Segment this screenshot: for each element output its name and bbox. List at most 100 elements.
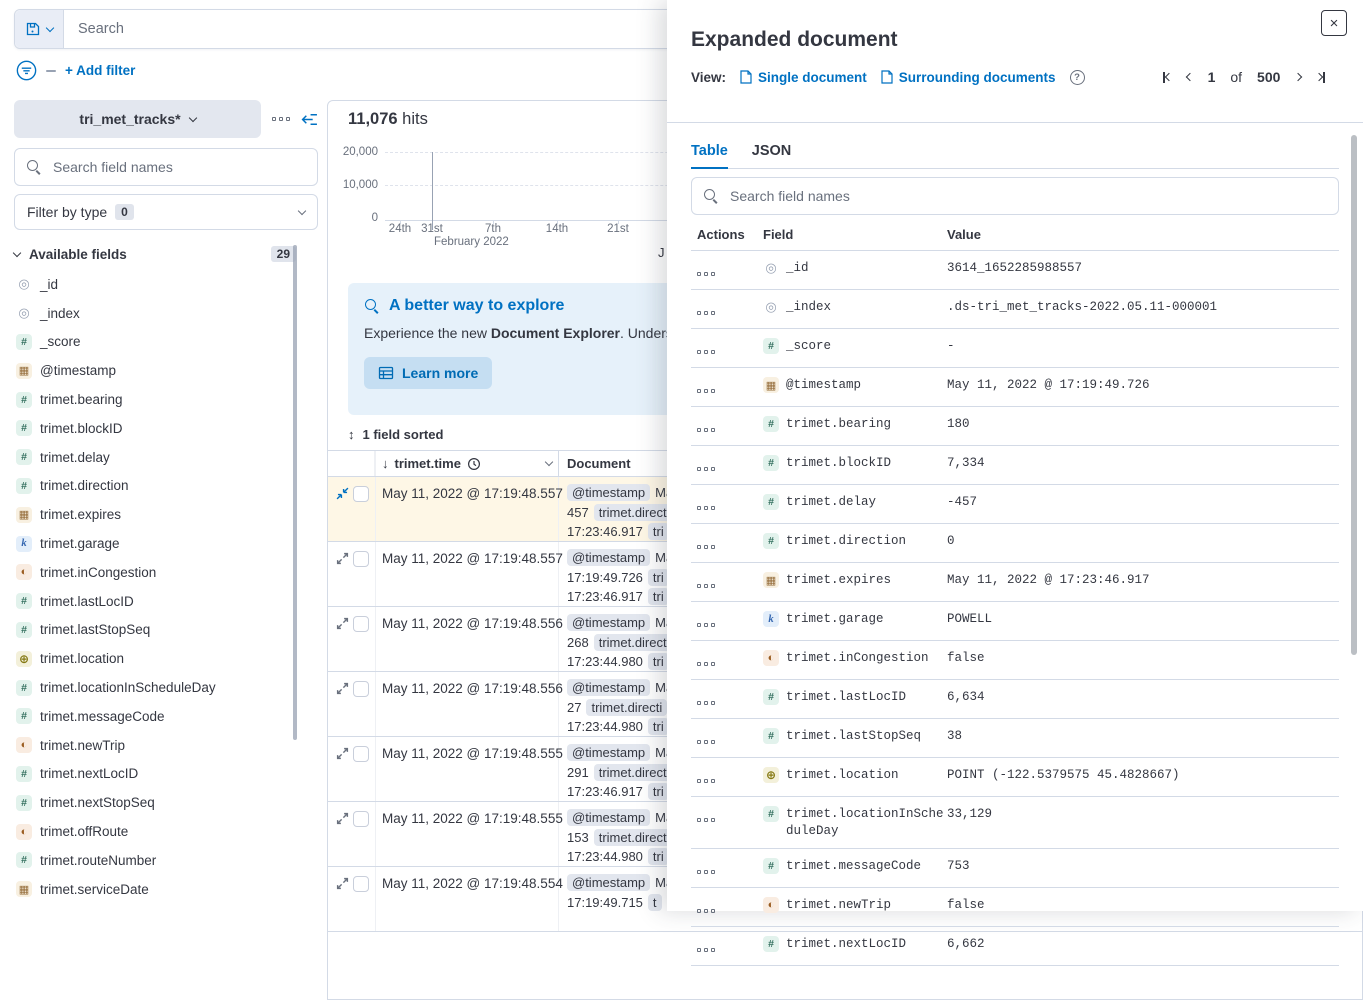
flyout-scrollbar[interactable] (1351, 135, 1357, 655)
field-type-icon (16, 680, 32, 696)
field-type-icon (763, 299, 779, 315)
field-actions-buttons[interactable] (697, 870, 715, 874)
field-name: trimet.lastStopSeq (786, 728, 944, 745)
select-document-checkbox[interactable] (353, 876, 369, 892)
field-value-row: trimet.lastStopSeq 38 (691, 719, 1339, 758)
last-page-button[interactable] (1316, 72, 1325, 83)
tab-json[interactable]: JSON (752, 143, 792, 168)
x-axis-tick: 7th (485, 223, 501, 235)
learn-more-button[interactable]: Learn more (364, 357, 492, 389)
field-name: trimet.messageCode (40, 709, 165, 724)
field-actions-buttons[interactable] (697, 909, 715, 913)
sorted-fields-button[interactable]: ↕ 1 field sorted (348, 427, 443, 442)
filter-by-type-select[interactable]: Filter by type 0 (14, 194, 318, 230)
field-type-icon (16, 334, 32, 350)
select-document-checkbox[interactable] (353, 746, 369, 762)
single-document-link[interactable]: Single document (740, 70, 867, 85)
field-list-item[interactable]: _id (14, 270, 318, 299)
select-document-checkbox[interactable] (353, 486, 369, 502)
select-document-checkbox[interactable] (353, 616, 369, 632)
field-actions-buttons[interactable] (697, 467, 715, 471)
field-type-icon (16, 536, 32, 552)
field-name: trimet.nextLocID (40, 766, 138, 781)
field-list-item[interactable]: trimet.offRoute (14, 817, 318, 846)
field-value-row: trimet.messageCode 753 (691, 849, 1339, 888)
field-actions-buttons[interactable] (697, 740, 715, 744)
index-pattern-selector[interactable]: tri_met_tracks* (14, 100, 261, 138)
field-actions-buttons[interactable] (697, 584, 715, 588)
field-value-row: trimet.newTrip false (691, 888, 1339, 927)
field-value-row: trimet.blockID 7,334 (691, 446, 1339, 485)
first-page-button[interactable] (1163, 72, 1172, 83)
available-fields-toggle[interactable]: Available fields 29 (14, 242, 318, 266)
toggle-document-details-icon[interactable] (336, 487, 349, 504)
field-value: 33,129 (947, 806, 1339, 823)
toggle-document-details-icon[interactable] (336, 682, 351, 695)
field-value: - (947, 338, 1339, 355)
select-document-checkbox[interactable] (353, 551, 369, 567)
field-list-item[interactable]: trimet.blockID (14, 414, 318, 443)
tab-table[interactable]: Table (691, 143, 728, 168)
field-actions-buttons[interactable] (697, 701, 715, 705)
field-list-options-button[interactable] (272, 117, 290, 121)
field-name: _index (786, 299, 944, 316)
field-list-item[interactable]: trimet.lastStopSeq (14, 616, 318, 645)
field-list-item[interactable]: trimet.delay (14, 443, 318, 472)
add-filter-button[interactable]: + Add filter (65, 63, 135, 78)
toggle-document-details-icon[interactable] (336, 747, 351, 760)
field-list-item[interactable]: trimet.lastLocID (14, 587, 318, 616)
field-actions-buttons[interactable] (697, 818, 715, 822)
field-actions-buttons[interactable] (697, 428, 715, 432)
flyout-tabs: Table JSON (691, 143, 1339, 169)
field-actions-buttons[interactable] (697, 779, 715, 783)
field-list-item[interactable]: trimet.inCongestion (14, 558, 318, 587)
field-actions-buttons[interactable] (697, 545, 715, 549)
close-flyout-button[interactable]: × (1321, 10, 1347, 36)
field-search-box (14, 148, 318, 186)
toggle-document-details-icon[interactable] (336, 812, 351, 825)
field-list-item[interactable]: trimet.direction (14, 472, 318, 501)
toggle-document-details-icon[interactable] (336, 877, 351, 890)
field-list-item[interactable]: trimet.location (14, 644, 318, 673)
field-actions-buttons[interactable] (697, 662, 715, 666)
field-actions-buttons[interactable] (697, 389, 715, 393)
surrounding-documents-link[interactable]: Surrounding documents (881, 70, 1056, 85)
field-actions-buttons[interactable] (697, 311, 715, 315)
select-document-checkbox[interactable] (353, 811, 369, 827)
flyout-field-search-input[interactable] (728, 187, 1327, 205)
help-icon[interactable]: ? (1070, 70, 1085, 85)
time-column-header[interactable]: ↓ trimet.time (375, 451, 559, 476)
field-list-item[interactable]: trimet.locationInScheduleDay (14, 673, 318, 702)
collapse-sidebar-button[interactable] (301, 111, 318, 128)
field-list-item[interactable]: trimet.newTrip (14, 731, 318, 760)
field-search-input[interactable] (51, 158, 306, 176)
field-actions-buttons[interactable] (697, 272, 715, 276)
filter-icon[interactable] (16, 60, 37, 81)
field-list-item[interactable]: _index (14, 299, 318, 328)
field-list-item[interactable]: trimet.nextStopSeq (14, 788, 318, 817)
saved-query-menu-button[interactable] (15, 10, 64, 48)
field-list-item[interactable]: @timestamp (14, 356, 318, 385)
field-actions-buttons[interactable] (697, 350, 715, 354)
field-list-item[interactable]: trimet.expires (14, 500, 318, 529)
field-list-item[interactable]: trimet.garage (14, 529, 318, 558)
toggle-document-details-icon[interactable] (336, 552, 351, 565)
field-actions-buttons[interactable] (697, 623, 715, 627)
field-list-item[interactable]: _score (14, 328, 318, 357)
field-list-item[interactable]: trimet.serviceDate (14, 875, 318, 904)
toggle-document-details-icon[interactable] (336, 617, 351, 630)
field-list-item[interactable]: trimet.bearing (14, 385, 318, 414)
field-actions-buttons[interactable] (697, 948, 715, 952)
next-page-button[interactable] (1295, 74, 1301, 80)
select-document-checkbox[interactable] (353, 681, 369, 697)
field-value: 38 (947, 728, 1339, 745)
field-type-icon (16, 852, 32, 868)
field-actions-buttons[interactable] (697, 506, 715, 510)
column-menu-chevron-icon[interactable] (545, 458, 553, 466)
field-list-item[interactable]: trimet.routeNumber (14, 846, 318, 875)
field-value-row: trimet.bearing 180 (691, 407, 1339, 446)
field-list-item[interactable]: trimet.messageCode (14, 702, 318, 731)
sidebar-scrollbar[interactable] (293, 245, 297, 740)
field-list-item[interactable]: trimet.nextLocID (14, 760, 318, 789)
previous-page-button[interactable] (1187, 74, 1193, 80)
